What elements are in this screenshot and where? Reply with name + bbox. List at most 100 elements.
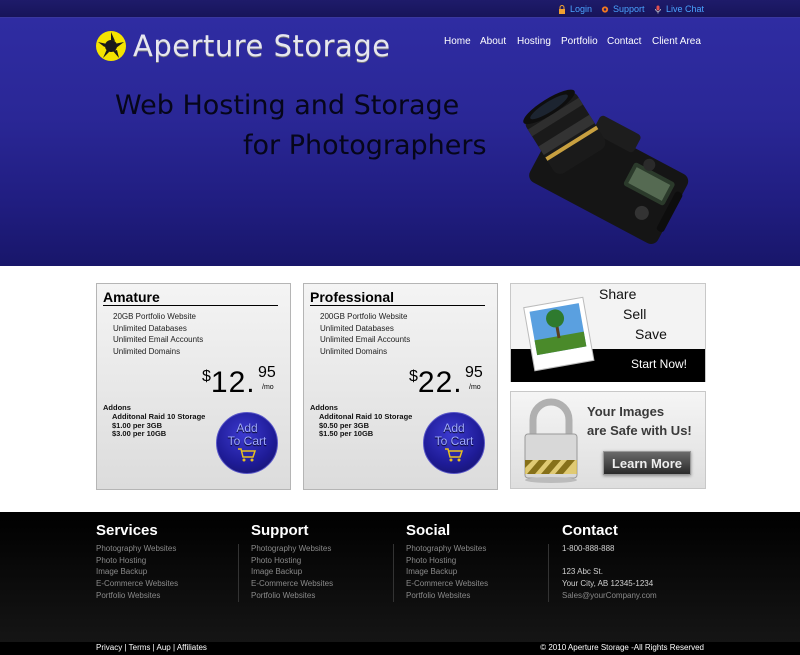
logo[interactable]: Aperture Storage (95, 29, 391, 63)
separator: | (152, 643, 155, 652)
footer-link[interactable]: Image Backup (406, 566, 488, 578)
footer-link[interactable]: Photography Websites (96, 543, 178, 555)
price-cents: 95 (258, 364, 276, 381)
footer-social: Social Photography Websites Photo Hostin… (406, 522, 488, 602)
affiliates-link[interactable]: Affiliates (177, 643, 207, 652)
footer-link[interactable]: Photo Hosting (406, 555, 488, 567)
footer-link[interactable]: Image Backup (251, 566, 333, 578)
footer-divider (393, 544, 394, 602)
support-label: Support (613, 4, 645, 14)
feature-item: Unlimited Email Accounts (320, 335, 411, 345)
separator: | (124, 643, 127, 652)
login-link[interactable]: Login (558, 4, 592, 14)
secure-line-1: Your Images (587, 404, 665, 419)
contact-email[interactable]: Sales@yourCompany.com (562, 590, 657, 602)
footer-link[interactable]: Photography Websites (251, 543, 333, 555)
start-now-link[interactable]: Start Now! (631, 357, 687, 371)
addon-price-2: $3.00 per 10GB (112, 429, 167, 439)
login-label: Login (570, 4, 593, 14)
aperture-icon (96, 31, 126, 61)
footer-link[interactable]: Portfolio Websites (406, 590, 488, 602)
footer-divider (238, 544, 239, 602)
footer-link[interactable]: Photo Hosting (251, 555, 333, 567)
live-chat-link[interactable]: Live Chat (654, 4, 704, 14)
price-period: /mo (262, 384, 274, 391)
footer-link[interactable]: E-Commerce Websites (96, 578, 178, 590)
separator: | (172, 643, 176, 652)
terms-link[interactable]: Terms (129, 643, 151, 652)
footer-link[interactable]: Portfolio Websites (251, 590, 333, 602)
footer-heading: Services (96, 522, 158, 539)
cart-label-2: To Cart (434, 434, 474, 448)
footer-link[interactable]: Portfolio Websites (96, 590, 178, 602)
learn-more-button[interactable]: Learn More (603, 451, 691, 475)
nav-hosting[interactable]: Hosting (517, 36, 551, 47)
plan-features: 200GB Portfolio Website Unlimited Databa… (320, 311, 410, 357)
currency-symbol: $ (409, 368, 418, 385)
share-sell-save-promo[interactable]: Share Sell Save Start Now! (510, 283, 706, 382)
footer-heading: Contact (562, 522, 618, 539)
footer-link[interactable]: Image Backup (96, 566, 178, 578)
feature-item: Unlimited Domains (113, 346, 181, 356)
feature-item: Unlimited Databases (320, 323, 394, 333)
add-to-cart-button[interactable]: Add To Cart (216, 412, 278, 474)
secure-line-2: are Safe with Us! (587, 423, 692, 438)
footer-link[interactable]: Photography Websites (406, 543, 488, 555)
legal-links: Privacy | Terms | Aup | Affiliates (96, 643, 207, 652)
plan-price: $22. 95 /mo (409, 364, 483, 400)
currency-symbol: $ (202, 368, 211, 385)
logo-text: Aperture Storage (133, 29, 391, 63)
price-dollars: 12. (210, 366, 256, 399)
dslr-camera-image (523, 89, 689, 244)
aup-link[interactable]: Aup (157, 643, 171, 652)
secure-message: Your Images are Safe with Us! (587, 402, 692, 440)
plan-title: Amature (103, 289, 278, 306)
footer-link[interactable]: E-Commerce Websites (251, 578, 333, 590)
nav-client-area[interactable]: Client Area (652, 36, 701, 47)
footer-heading: Social (406, 522, 451, 539)
contact-phone: 1-800-888-888 (562, 544, 615, 553)
addons-section: Addons Additonal Raid 10 Storage $0.50 p… (310, 403, 412, 439)
promo-word-save: Save (635, 326, 667, 342)
promo-word-sell: Sell (623, 306, 647, 322)
photo-print-image (523, 296, 595, 372)
nav-home[interactable]: Home (444, 36, 471, 47)
nav-about[interactable]: About (480, 36, 506, 47)
plan-card-professional: Professional 200GB Portfolio Website Unl… (303, 283, 498, 490)
secure-storage-promo: Your Images are Safe with Us! Learn More (510, 391, 706, 489)
addon-price-2: $1.50 per 10GB (319, 429, 374, 439)
feature-item: 200GB Portfolio Website (320, 312, 408, 321)
nav-contact[interactable]: Contact (607, 36, 641, 47)
nav-portfolio[interactable]: Portfolio (561, 36, 598, 47)
add-to-cart-button[interactable]: Add To Cart (423, 412, 485, 474)
footer-link[interactable]: Photo Hosting (96, 555, 178, 567)
addons-section: Addons Additonal Raid 10 Storage $1.00 p… (103, 403, 205, 439)
plan-price: $12. 95 /mo (202, 364, 276, 400)
cart-label-2: To Cart (227, 434, 267, 448)
contact-street: 123 Abc St. (562, 567, 603, 577)
microphone-icon (655, 5, 661, 13)
footer: Services Photography Websites Photo Host… (0, 512, 800, 642)
footer-divider (548, 544, 549, 602)
footer-link[interactable]: E-Commerce Websites (406, 578, 488, 590)
price-dollars: 22. (417, 366, 463, 399)
plan-features: 20GB Portfolio Website Unlimited Databas… (113, 311, 203, 357)
live-chat-label: Live Chat (666, 4, 705, 14)
footer-support: Support Photography Websites Photo Hosti… (251, 522, 333, 602)
promo-word-share: Share (599, 286, 637, 302)
privacy-link[interactable]: Privacy (96, 643, 122, 652)
price-period: /mo (469, 384, 481, 391)
feature-item: Unlimited Domains (320, 346, 388, 356)
support-link[interactable]: Support (601, 4, 645, 14)
footer-services: Services Photography Websites Photo Host… (96, 522, 178, 602)
footer-contact: Contact 1-800-888-888 123 Abc St. Your C… (562, 522, 657, 602)
lock-icon (559, 4, 565, 14)
header-banner: Aperture Storage Home About Hosting Port… (0, 18, 800, 266)
price-cents: 95 (465, 364, 483, 381)
top-utility-bar: Login Support Live Chat (0, 0, 800, 18)
bottom-bar: Privacy | Terms | Aup | Affiliates © 201… (0, 642, 800, 655)
feature-item: 20GB Portfolio Website (113, 312, 197, 321)
feature-item: Unlimited Email Accounts (113, 335, 204, 345)
gear-icon (601, 5, 609, 13)
hero-headline-line2: for Photographers (243, 130, 487, 161)
